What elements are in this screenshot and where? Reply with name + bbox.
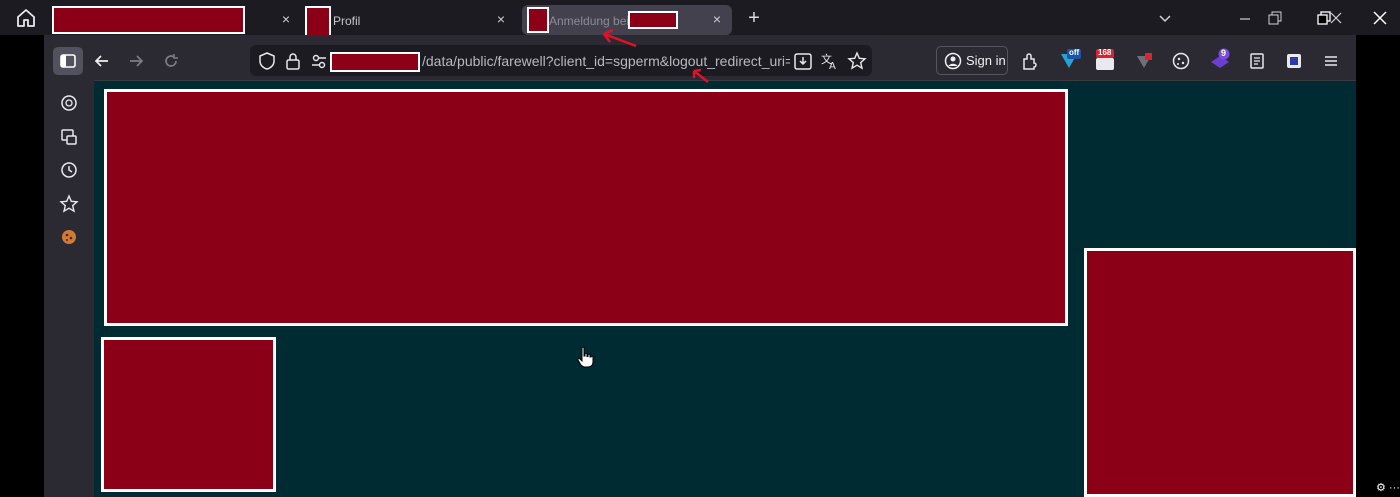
extension-red-icon[interactable] xyxy=(1133,50,1155,72)
reload-icon[interactable] xyxy=(161,51,181,71)
tab-title: Anmeldung bei xyxy=(549,14,630,28)
redacted-domain xyxy=(330,52,420,72)
sign-in-label: Sign in xyxy=(966,53,1006,68)
permissions-icon[interactable] xyxy=(308,50,330,72)
bookmarks-star-icon[interactable] xyxy=(58,193,80,215)
forward-arrow-icon[interactable] xyxy=(126,51,146,71)
window-frame-right xyxy=(1356,35,1400,497)
shield-icon[interactable] xyxy=(256,50,278,72)
extension-count-icon[interactable]: 168 xyxy=(1093,48,1115,70)
menu-icon[interactable] xyxy=(1320,50,1342,72)
back-arrow-icon[interactable] xyxy=(92,51,112,71)
close-icon[interactable] xyxy=(1370,8,1390,28)
window-frame-left xyxy=(0,35,44,497)
restore-icon[interactable] xyxy=(1266,8,1286,28)
account-icon xyxy=(943,51,965,73)
redacted-tab-title xyxy=(628,11,678,29)
overflow-dots-icon[interactable]: ⚙ ··· xyxy=(1376,481,1400,494)
tab-3-active[interactable]: Anmeldung bei × xyxy=(522,5,732,35)
close-icon[interactable]: × xyxy=(708,10,726,28)
cookie-icon[interactable] xyxy=(58,226,80,248)
redacted-block xyxy=(104,89,1068,326)
extension-blue-icon[interactable] xyxy=(1283,50,1305,72)
extension-off-icon[interactable]: off xyxy=(1057,48,1081,70)
redacted-favicon xyxy=(305,6,331,38)
plus-icon[interactable]: + xyxy=(744,8,764,28)
history-icon[interactable] xyxy=(58,159,80,181)
tab-2[interactable]: Profil × xyxy=(300,5,520,38)
sidebar-icon xyxy=(60,54,76,68)
off-badge: off xyxy=(1069,48,1080,57)
translate-icon[interactable]: 文A xyxy=(819,50,841,72)
lock-icon[interactable] xyxy=(282,50,304,72)
content-divider xyxy=(94,80,1356,81)
synced-tabs-icon[interactable] xyxy=(58,126,80,148)
redacted-favicon xyxy=(527,7,549,33)
svg-text:A: A xyxy=(829,61,836,72)
tab-1[interactable]: × xyxy=(44,5,294,35)
star-icon[interactable] xyxy=(846,50,868,72)
purple-count-badge: 9 xyxy=(1221,48,1227,58)
sidebar-toggle-button[interactable] xyxy=(53,47,83,75)
download-page-icon[interactable] xyxy=(792,50,814,72)
url-text[interactable]: /data/public/farewell?client_id=sgperm&l… xyxy=(422,53,790,69)
cookie-icon[interactable] xyxy=(1170,50,1192,72)
extension-purple-icon[interactable]: 9 xyxy=(1208,48,1230,70)
chevron-down-icon[interactable] xyxy=(1157,10,1173,26)
tab-title: Profil xyxy=(333,14,361,28)
home-icon[interactable] xyxy=(14,6,38,30)
chatgpt-icon[interactable] xyxy=(58,92,80,114)
close-icon[interactable]: × xyxy=(277,10,295,28)
pointer-hand-icon xyxy=(576,346,594,368)
minimize-icon[interactable] xyxy=(1236,8,1256,28)
close-icon[interactable] xyxy=(1326,8,1346,28)
redacted-tab-title xyxy=(52,6,245,34)
close-icon[interactable]: × xyxy=(492,10,510,28)
extensions-icon[interactable] xyxy=(1019,50,1041,72)
count-badge: 168 xyxy=(1098,48,1112,57)
redacted-block xyxy=(101,337,276,492)
redacted-block xyxy=(1084,248,1356,497)
reader-icon[interactable] xyxy=(1246,50,1268,72)
